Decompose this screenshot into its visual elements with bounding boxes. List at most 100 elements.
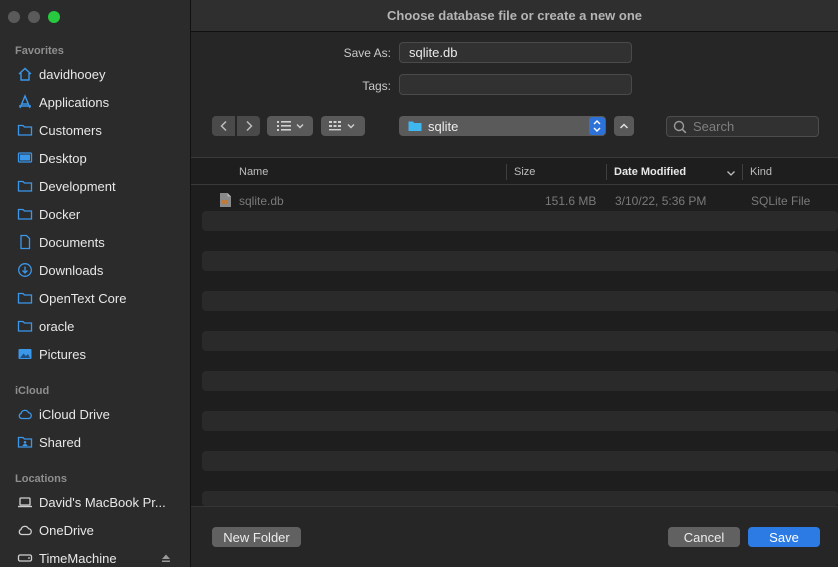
column-header: Name Size Date Modified Kind: [191, 157, 838, 185]
applications-icon: [17, 94, 33, 110]
back-forward-control: [212, 116, 260, 136]
column-name[interactable]: Name: [239, 166, 268, 178]
sort-chevron-down-icon: [726, 168, 736, 180]
sidebar-item-label: Documents: [39, 234, 105, 250]
bottom-bar: New Folder Cancel Save: [191, 506, 838, 567]
sidebar-item-label: Docker: [39, 206, 81, 222]
folder-icon: [17, 318, 33, 334]
sidebar-item-label: OneDrive: [39, 522, 94, 538]
sidebar-section-icloud: iCloud: [15, 385, 50, 397]
sidebar-item-label: Downloads: [39, 262, 104, 278]
column-divider[interactable]: [742, 164, 743, 180]
sidebar-item-timemachine[interactable]: TimeMachine: [0, 544, 190, 567]
sidebar-item-shared[interactable]: Shared: [0, 428, 190, 456]
sidebar-section-favorites: Favorites: [15, 45, 64, 57]
file-kind: SQLite File: [751, 194, 811, 208]
sidebar-item-label: David's MacBook Pr...: [39, 494, 166, 510]
sidebar-item-label: davidhooey: [39, 66, 106, 82]
file-size: 151.6 MB: [545, 194, 597, 208]
column-size[interactable]: Size: [514, 166, 535, 178]
sidebar-item-customers[interactable]: Customers: [0, 116, 190, 144]
eject-icon[interactable]: [160, 552, 172, 567]
cancel-button[interactable]: Cancel: [668, 527, 740, 547]
search-placeholder: Search: [693, 119, 735, 134]
folder-icon: [17, 122, 33, 138]
chevron-up-icon: [619, 123, 629, 129]
minimize-window-button[interactable]: [28, 11, 40, 23]
empty-row: [202, 411, 838, 431]
folder-icon: [17, 206, 33, 222]
empty-row: [202, 371, 838, 391]
sidebar-item-label: Customers: [39, 122, 102, 138]
sidebar-item-development[interactable]: Development: [0, 172, 190, 200]
sidebar-item-opentext-core[interactable]: OpenText Core: [0, 284, 190, 312]
search-icon: [673, 120, 687, 133]
file-name: sqlite.db: [239, 194, 284, 208]
drive-icon: [17, 550, 33, 566]
laptop-icon: [17, 494, 33, 510]
save-button[interactable]: Save: [748, 527, 820, 547]
shared-folder-icon: [17, 434, 33, 450]
location-stepper-icon: [589, 117, 605, 135]
back-button[interactable]: [212, 116, 235, 136]
sidebar-item-davidhooey[interactable]: davidhooey: [0, 60, 190, 88]
list-icon: [277, 121, 304, 131]
cloud-icon: [17, 406, 33, 422]
empty-row: [202, 291, 838, 311]
traffic-lights: [8, 11, 60, 23]
desktop-icon: [17, 150, 33, 166]
sidebar-item-onedrive[interactable]: OneDrive: [0, 516, 190, 544]
new-folder-button[interactable]: New Folder: [212, 527, 301, 547]
column-kind[interactable]: Kind: [750, 166, 772, 178]
sidebar-item-icloud-drive[interactable]: iCloud Drive: [0, 400, 190, 428]
collapse-button[interactable]: [614, 116, 634, 136]
column-divider[interactable]: [606, 164, 607, 180]
sidebar-section-locations: Locations: [15, 473, 67, 485]
sidebar: Favorites davidhooey Applications Custom…: [0, 0, 191, 567]
sqlite-file-icon: [219, 192, 232, 211]
zoom-window-button[interactable]: [48, 11, 60, 23]
empty-row: [202, 251, 838, 271]
sidebar-item-label: Development: [39, 178, 116, 194]
sidebar-item-oracle[interactable]: oracle: [0, 312, 190, 340]
sidebar-item-applications[interactable]: Applications: [0, 88, 190, 116]
tags-label: Tags:: [362, 79, 391, 93]
save-as-label: Save As:: [343, 46, 391, 60]
empty-row: [202, 451, 838, 471]
sidebar-item-macbook[interactable]: David's MacBook Pr...: [0, 488, 190, 516]
empty-row: [202, 211, 838, 231]
sidebar-item-label: Shared: [39, 434, 81, 450]
sidebar-item-label: Desktop: [39, 150, 87, 166]
location-popup[interactable]: sqlite: [399, 116, 606, 136]
column-divider[interactable]: [506, 164, 507, 180]
sidebar-item-label: oracle: [39, 318, 75, 334]
empty-row: [202, 491, 838, 506]
grid-icon: [329, 121, 355, 131]
search-field[interactable]: Search: [666, 116, 819, 137]
save-as-field[interactable]: sqlite.db: [399, 42, 632, 63]
sidebar-item-label: Applications: [39, 94, 110, 110]
forward-button[interactable]: [237, 116, 260, 136]
folder-icon: [17, 290, 33, 306]
sidebar-item-docker[interactable]: Docker: [0, 200, 190, 228]
tags-field[interactable]: [399, 74, 632, 95]
close-window-button[interactable]: [8, 11, 20, 23]
list-view-button[interactable]: [267, 116, 313, 136]
sidebar-item-documents[interactable]: Documents: [0, 228, 190, 256]
main-pane: Choose database file or create a new one…: [191, 0, 838, 567]
download-icon: [17, 262, 33, 278]
cloud-outline-icon: [17, 522, 33, 538]
sidebar-item-downloads[interactable]: Downloads: [0, 256, 190, 284]
sidebar-item-label: iCloud Drive: [39, 406, 110, 422]
column-date-modified[interactable]: Date Modified: [614, 166, 686, 178]
sidebar-item-label: TimeMachine: [39, 550, 117, 566]
save-form: Save As: sqlite.db Tags: sqlite Search: [191, 32, 838, 157]
sidebar-item-label: Pictures: [39, 346, 86, 362]
sidebar-item-desktop[interactable]: Desktop: [0, 144, 190, 172]
save-dialog-window: Favorites davidhooey Applications Custom…: [0, 0, 838, 567]
folder-icon: [17, 178, 33, 194]
empty-row: [202, 331, 838, 351]
group-by-button[interactable]: [321, 116, 365, 136]
sidebar-item-pictures[interactable]: Pictures: [0, 340, 190, 368]
table-row[interactable]: sqlite.db 151.6 MB 3/10/22, 5:36 PM SQLi…: [202, 190, 838, 210]
